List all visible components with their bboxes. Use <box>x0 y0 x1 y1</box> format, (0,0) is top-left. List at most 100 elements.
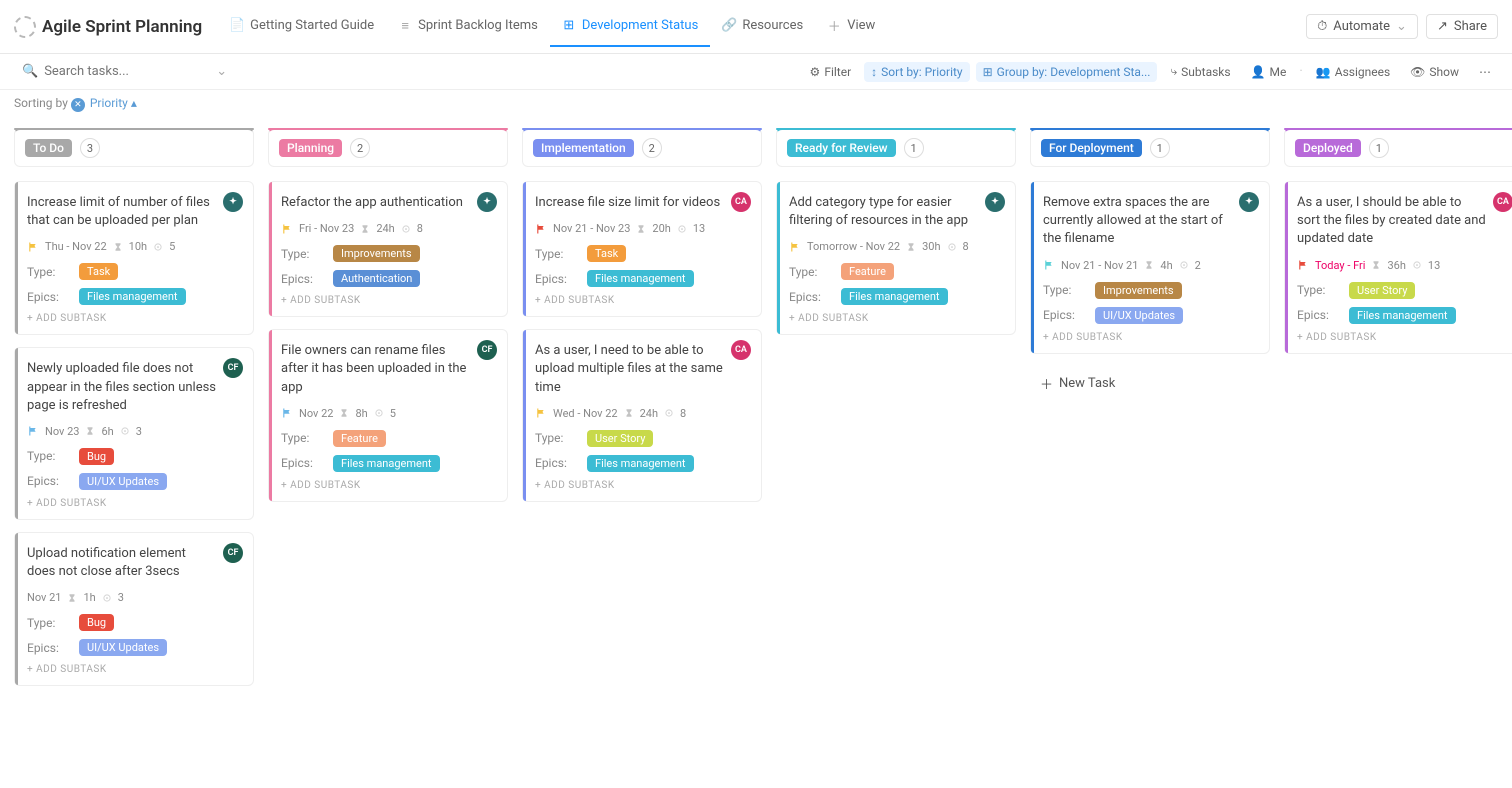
eye-icon: 👁 <box>1410 65 1425 79</box>
card-time: 1h <box>83 591 95 604</box>
epic-tag[interactable]: Files management <box>841 288 948 305</box>
add-subtask-button[interactable]: + ADD SUBTASK <box>27 498 241 509</box>
task-card[interactable]: CA As a user, I need to be able to uploa… <box>522 329 762 502</box>
column-to-do: To Do 3 ✦ Increase limit of number of fi… <box>14 128 254 698</box>
card-title: Add category type for easier filtering o… <box>789 194 1003 230</box>
search-input[interactable]: 🔍 ⌄ <box>14 60 194 83</box>
type-tag[interactable]: Task <box>79 263 118 280</box>
show-button[interactable]: 👁Show <box>1403 62 1466 82</box>
column-header[interactable]: Planning 2 <box>268 128 508 167</box>
card-subcount: 8 <box>963 240 969 253</box>
epic-tag[interactable]: Files management <box>587 455 694 472</box>
tab-development-status[interactable]: ⊞Development Status <box>550 6 710 47</box>
epic-tag[interactable]: UI/UX Updates <box>79 473 167 490</box>
doc-icon: 📄 <box>230 19 244 33</box>
column-header[interactable]: Deployed 1 <box>1284 128 1512 167</box>
share-button[interactable]: ↗ Share <box>1426 14 1498 39</box>
filter-icon: ⚙ <box>810 65 821 79</box>
add-subtask-button[interactable]: + ADD SUBTASK <box>535 295 749 306</box>
card-title: As a user, I should be able to sort the … <box>1297 194 1511 249</box>
epic-tag[interactable]: Authentication <box>333 270 420 287</box>
column-planning: Planning 2 ✦ Refactor the app authentica… <box>268 128 508 514</box>
assignee-avatar[interactable]: ✦ <box>1239 192 1259 212</box>
count-badge: 2 <box>350 138 370 158</box>
filter-button[interactable]: ⚙Filter <box>803 62 859 82</box>
type-label: Type: <box>535 247 575 261</box>
gear-icon <box>120 426 130 436</box>
more-button[interactable]: ⋯ <box>1472 62 1498 82</box>
assignee-avatar[interactable]: ✦ <box>477 192 497 212</box>
count-badge: 1 <box>1369 138 1389 158</box>
column-header[interactable]: Implementation 2 <box>522 128 762 167</box>
add-subtask-button[interactable]: + ADD SUBTASK <box>281 295 495 306</box>
column-for-deployment: For Deployment 1 ✦ Remove extra spaces t… <box>1030 128 1270 401</box>
card-title: Increase file size limit for videos <box>535 194 749 212</box>
sort-button[interactable]: ↕Sort by: Priority <box>864 62 969 82</box>
me-button[interactable]: 👤Me <box>1244 62 1294 82</box>
epic-tag[interactable]: Files management <box>587 270 694 287</box>
add-subtask-button[interactable]: + ADD SUBTASK <box>535 480 749 491</box>
epic-tag[interactable]: UI/UX Updates <box>79 639 167 656</box>
type-tag[interactable]: Improvements <box>1095 282 1182 299</box>
assignee-avatar[interactable]: ✦ <box>223 192 243 212</box>
column-ready-for-review: Ready for Review 1 ✦ Add category type f… <box>776 128 1016 347</box>
epic-tag[interactable]: UI/UX Updates <box>1095 307 1183 324</box>
type-tag[interactable]: User Story <box>1349 282 1415 299</box>
task-card[interactable]: ✦ Remove extra spaces the are currently … <box>1030 181 1270 354</box>
add-subtask-button[interactable]: + ADD SUBTASK <box>27 664 241 675</box>
epic-tag[interactable]: Files management <box>333 455 440 472</box>
assignees-button[interactable]: 👥Assignees <box>1309 62 1397 82</box>
type-tag[interactable]: Bug <box>79 448 114 465</box>
add-subtask-button[interactable]: + ADD SUBTASK <box>1043 332 1257 343</box>
task-card[interactable]: CF Upload notification element does not … <box>14 532 254 686</box>
board-icon: ⊞ <box>562 19 576 33</box>
type-tag[interactable]: Feature <box>841 263 894 280</box>
task-card[interactable]: CF File owners can rename files after it… <box>268 329 508 502</box>
chevron-down-icon[interactable]: ⌄ <box>216 64 227 79</box>
task-card[interactable]: CA Increase file size limit for videos N… <box>522 181 762 317</box>
tab-getting-started-guide[interactable]: 📄Getting Started Guide <box>218 6 386 47</box>
automate-button[interactable]: ⏱ Automate ⌄ <box>1306 14 1418 39</box>
add-subtask-button[interactable]: + ADD SUBTASK <box>789 313 1003 324</box>
tab-view[interactable]: ＋View <box>815 6 887 47</box>
epic-tag[interactable]: Files management <box>1349 307 1456 324</box>
new-task-button[interactable]: ＋New Task <box>1030 366 1270 401</box>
card-subcount: 13 <box>1428 259 1440 272</box>
column-deployed: Deployed 1 CA As a user, I should be abl… <box>1284 128 1512 366</box>
tab-resources[interactable]: 🔗Resources <box>710 6 815 47</box>
task-card[interactable]: ✦ Add category type for easier filtering… <box>776 181 1016 335</box>
clear-sort-icon[interactable]: ✕ <box>71 98 85 112</box>
add-subtask-button[interactable]: + ADD SUBTASK <box>1297 332 1511 343</box>
card-dates: Today - Fri <box>1315 259 1365 272</box>
task-card[interactable]: ✦ Refactor the app authentication Fri - … <box>268 181 508 317</box>
subtasks-button[interactable]: ⤷Subtasks <box>1163 61 1237 82</box>
add-subtask-button[interactable]: + ADD SUBTASK <box>281 480 495 491</box>
type-tag[interactable]: Task <box>587 245 626 262</box>
card-dates: Nov 21 - Nov 21 <box>1061 259 1138 272</box>
type-tag[interactable]: Improvements <box>333 245 420 262</box>
task-card[interactable]: CF Newly uploaded file does not appear i… <box>14 347 254 520</box>
column-header[interactable]: Ready for Review 1 <box>776 128 1016 167</box>
tab-sprint-backlog-items[interactable]: ≡Sprint Backlog Items <box>386 6 550 47</box>
task-card[interactable]: CA As a user, I should be able to sort t… <box>1284 181 1512 354</box>
hourglass-icon <box>85 426 95 436</box>
column-header[interactable]: To Do 3 <box>14 128 254 167</box>
assignee-avatar[interactable]: CF <box>223 543 243 563</box>
type-tag[interactable]: Bug <box>79 614 114 631</box>
flag-icon <box>535 223 547 235</box>
assignee-avatar[interactable]: CA <box>731 192 751 212</box>
chevron-down-icon: ⌄ <box>1396 19 1407 34</box>
card-time: 36h <box>1387 259 1405 272</box>
card-meta: Today - Fri 36h 13 <box>1297 259 1511 272</box>
type-tag[interactable]: User Story <box>587 430 653 447</box>
group-button[interactable]: ⊞Group by: Development Sta... <box>976 62 1158 82</box>
task-card[interactable]: ✦ Increase limit of number of files that… <box>14 181 254 335</box>
type-tag[interactable]: Feature <box>333 430 386 447</box>
gear-icon <box>664 408 674 418</box>
add-subtask-button[interactable]: + ADD SUBTASK <box>27 313 241 324</box>
assignee-avatar[interactable]: ✦ <box>985 192 1005 212</box>
epic-tag[interactable]: Files management <box>79 288 186 305</box>
assignee-avatar[interactable]: CA <box>1493 192 1512 212</box>
column-header[interactable]: For Deployment 1 <box>1030 128 1270 167</box>
stage-label: To Do <box>25 139 72 157</box>
